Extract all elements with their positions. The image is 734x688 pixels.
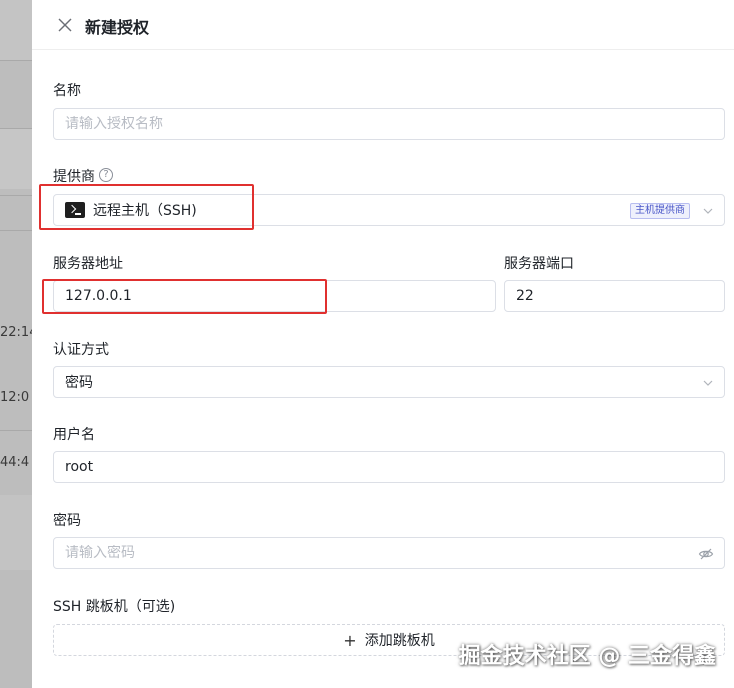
password-input[interactable] — [65, 545, 713, 561]
plus-icon: + — [343, 630, 357, 650]
watermark: 掘金技术社区 @ 三金得鑫 — [458, 644, 716, 669]
username-value: root — [65, 459, 94, 475]
name-label: 名称 — [53, 83, 81, 99]
drawer-title: 新建授权 — [85, 18, 150, 37]
background-header — [0, 0, 32, 60]
chevron-down-icon — [703, 380, 713, 386]
background-divider — [0, 60, 32, 61]
close-icon[interactable] — [56, 16, 74, 34]
server-port-value: 22 — [516, 288, 534, 304]
provider-select[interactable]: 远程主机（SSH) 主机提供商 — [53, 194, 725, 226]
username-label: 用户名 — [53, 427, 95, 443]
password-field[interactable] — [53, 537, 725, 569]
provider-value: 远程主机（SSH) — [93, 203, 197, 219]
background-page: 22:14 12:0 44:4 — [0, 0, 32, 688]
terminal-icon — [65, 202, 85, 218]
jump-host-label: SSH 跳板机（可选) — [53, 599, 176, 615]
background-divider — [0, 230, 32, 231]
username-field[interactable]: root — [53, 451, 725, 483]
server-address-label: 服务器地址 — [53, 256, 123, 272]
background-divider — [0, 430, 32, 431]
provider-tag: 主机提供商 — [630, 203, 690, 219]
drawer-header: 新建授权 — [32, 0, 734, 50]
chevron-down-icon — [703, 208, 713, 214]
background-row — [0, 495, 32, 570]
server-port-label: 服务器端口 — [504, 256, 574, 272]
background-row — [0, 129, 32, 189]
add-jump-host-label: 添加跳板机 — [364, 633, 435, 649]
provider-label: 提供商 — [53, 169, 95, 185]
server-port-field[interactable]: 22 — [504, 280, 725, 312]
server-address-field[interactable]: 127.0.0.1 — [53, 280, 496, 312]
server-address-value: 127.0.0.1 — [65, 288, 132, 304]
eye-off-icon[interactable] — [698, 546, 714, 562]
new-authorization-drawer: 新建授权 名称 提供商 ? 远程主机（SSH) 主机提供商 服务器地址 127.… — [32, 0, 734, 688]
password-label: 密码 — [53, 513, 81, 529]
name-field[interactable] — [53, 108, 725, 140]
background-divider — [0, 195, 32, 196]
background-time: 44:4 — [0, 455, 30, 470]
auth-method-label: 认证方式 — [53, 342, 109, 358]
background-time: 22:14 — [0, 325, 32, 340]
help-icon[interactable]: ? — [99, 168, 113, 182]
background-time: 12:0 — [0, 390, 30, 405]
auth-method-select[interactable]: 密码 — [53, 366, 725, 398]
auth-method-value: 密码 — [65, 375, 93, 391]
name-input[interactable] — [65, 116, 713, 132]
